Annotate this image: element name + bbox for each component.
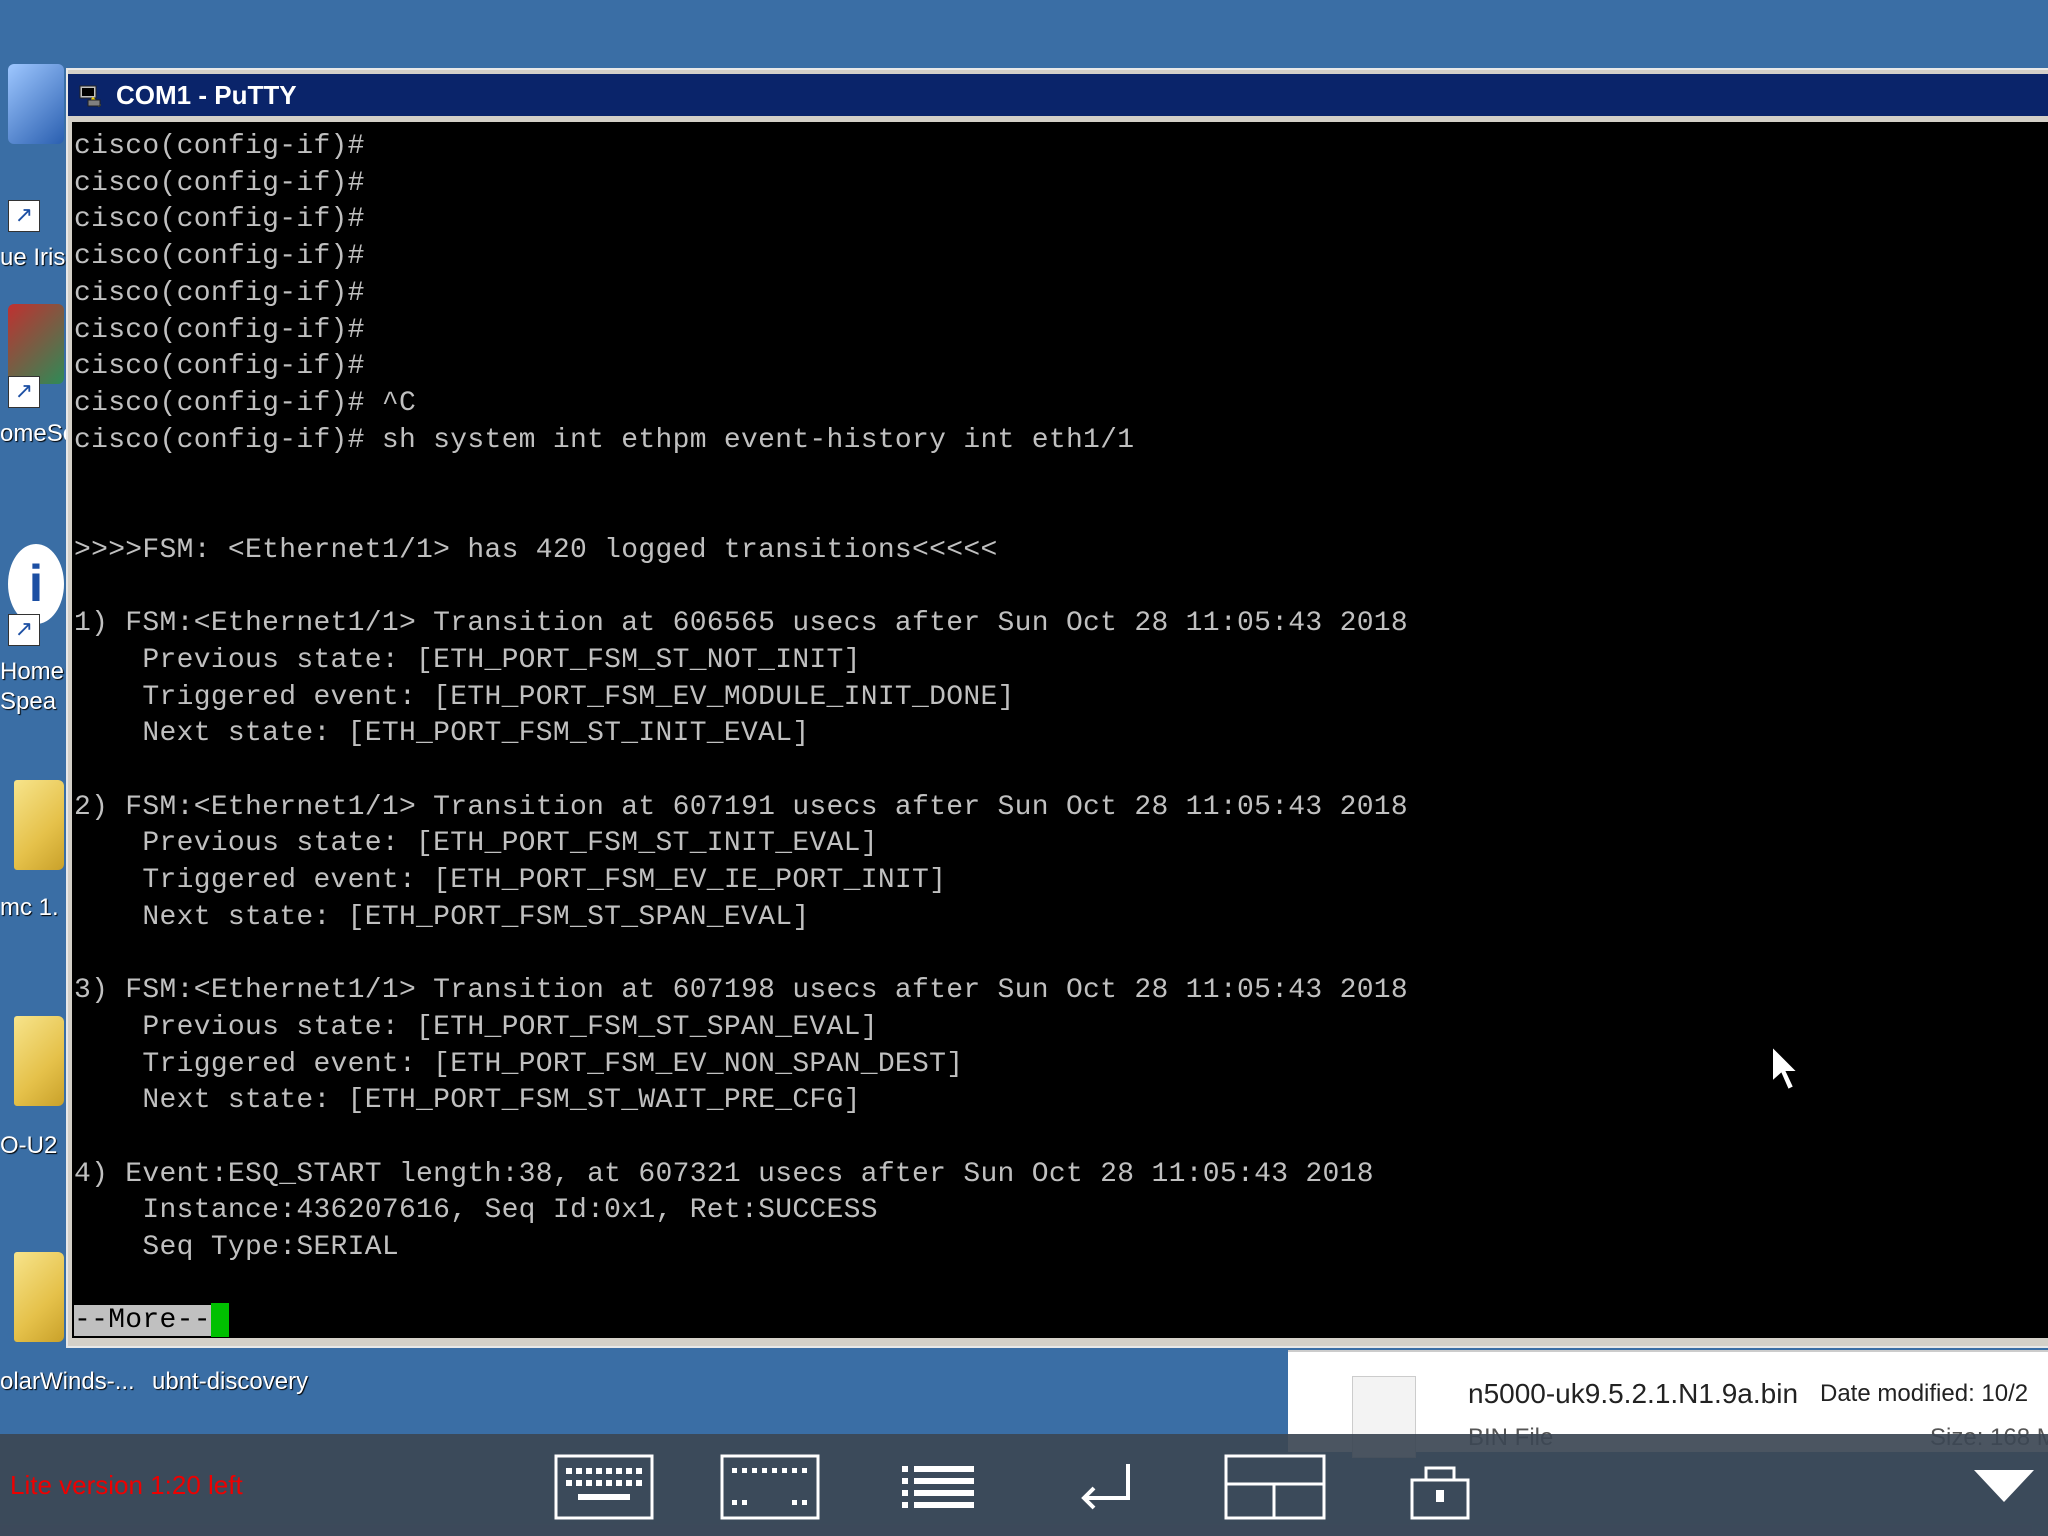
terminal-line: Seq Type:SERIAL	[74, 1232, 399, 1263]
terminal-line: Previous state: [ETH_PORT_FSM_ST_NOT_INI…	[74, 644, 861, 676]
lock-icon	[1410, 1466, 1470, 1520]
terminal-line: cisco(config-if)# sh system int ethpm ev…	[74, 424, 1135, 456]
desktop-icon-label: Home	[0, 658, 65, 685]
function-keys-button[interactable]	[720, 1454, 820, 1520]
terminal-line: cisco(config-if)#	[74, 131, 365, 162]
terminal-line: Previous state: [ETH_PORT_FSM_ST_SPAN_EV…	[74, 1011, 878, 1043]
shortcut-arrow-icon: ↗	[8, 614, 40, 646]
folder-icon	[14, 1016, 64, 1106]
menu-list-button[interactable]	[900, 1454, 976, 1520]
folder-icon	[14, 780, 64, 870]
desktop-icon-blue-iris[interactable]: ↗ ue Iris	[0, 60, 66, 271]
terminal-line: cisco(config-if)#	[74, 241, 365, 273]
desktop-icon-label: olarWinds-...	[0, 1368, 135, 1395]
collapse-toolbar-button[interactable]	[1972, 1466, 2036, 1506]
blue-iris-icon	[8, 64, 64, 144]
desktop-icon-folder-o-u2[interactable]: O-U2	[0, 1016, 66, 1166]
terminal-line: Next state: [ETH_PORT_FSM_ST_SPAN_EVAL]	[74, 901, 810, 933]
desktop-icon-label: omeSe	[0, 420, 66, 447]
terminal-line: 4) Event:ESQ_START length:38, at 607321 …	[74, 1158, 1374, 1190]
terminal-line: cisco(config-if)#	[74, 167, 365, 199]
keyboard-button[interactable]	[554, 1454, 654, 1520]
terminal-line: Previous state: [ETH_PORT_FSM_ST_INIT_EV…	[74, 828, 878, 860]
terminal-line: 3) FSM:<Ethernet1/1> Transition at 60719…	[74, 975, 1409, 1007]
terminal-line: cisco(config-if)#	[74, 351, 365, 383]
file-date-modified: Date modified: 10/2	[1820, 1380, 2029, 1407]
terminal-line: >>>>FSM: <Ethernet1/1> has 420 logged tr…	[74, 534, 998, 566]
more-prompt-line: --More--	[74, 1302, 229, 1338]
folder-icon	[14, 1252, 64, 1342]
desktop-icon-homeseer[interactable]: ↗ omeSe	[0, 300, 66, 460]
file-name: n5000-uk9.5.2.1.N1.9a.bin	[1468, 1378, 1799, 1409]
terminal-line: Next state: [ETH_PORT_FSM_ST_WAIT_PRE_CF…	[74, 1085, 861, 1117]
terminal-area[interactable]: cisco(config-if)# cisco(config-if)# cisco(…	[72, 122, 2048, 1338]
lite-version-notice: Lite version 1:20 left	[10, 1470, 243, 1500]
terminal-cursor	[210, 1303, 229, 1337]
putty-app-icon	[79, 85, 102, 108]
terminal-line: Next state: [ETH_PORT_FSM_ST_INIT_EVAL]	[74, 718, 810, 750]
more-prompt: --More--	[74, 1305, 211, 1337]
collapse-icon	[1974, 1470, 2034, 1502]
desktop-icon-label: Spea	[0, 688, 57, 715]
terminal-line: Triggered event: [ETH_PORT_FSM_EV_NON_SP…	[74, 1048, 964, 1080]
function-keys-icon	[720, 1454, 820, 1520]
window-title: COM1 - PuTTY	[116, 80, 297, 110]
putty-window[interactable]: COM1 - PuTTY cisco(config-if)# cisco(conf…	[66, 68, 2048, 1348]
shortcut-arrow-icon: ↗	[8, 200, 40, 232]
terminal-line: cisco(config-if)#	[74, 204, 365, 236]
layout-button[interactable]	[1224, 1454, 1326, 1520]
desktop-icon-folder-solarwinds[interactable]	[0, 1252, 66, 1352]
homeseer-icon	[8, 304, 64, 384]
terminal-line: cisco(config-if)# ^C	[74, 387, 417, 419]
desktop-icon-label: O-U2	[0, 1132, 58, 1159]
terminal-line: cisco(config-if)#	[74, 277, 365, 309]
terminal-line: 1) FSM:<Ethernet1/1> Transition at 60656…	[74, 608, 1409, 640]
terminal-line: cisco(config-if)#	[74, 314, 365, 346]
desktop-icon-label: ubnt-discovery	[152, 1368, 309, 1395]
desktop-icon-label: ue Iris	[0, 244, 66, 271]
info-icon: i	[8, 544, 64, 624]
mouse-pointer-icon	[1771, 1044, 1801, 1092]
remote-toolbar: Lite version 1:20 left	[0, 1434, 2048, 1536]
desktop-icon-label: mc 1.	[0, 894, 59, 921]
desktop-icon-folder-mc[interactable]: mc 1.	[0, 780, 66, 930]
lock-button[interactable]	[1408, 1454, 1472, 1520]
terminal-line: Triggered event: [ETH_PORT_FSM_EV_MODULE…	[74, 681, 1015, 713]
window-titlebar[interactable]: COM1 - PuTTY	[68, 74, 2048, 116]
enter-button[interactable]	[1076, 1454, 1136, 1520]
layout-icon	[1224, 1454, 1326, 1520]
menu-list-icon	[902, 1466, 974, 1508]
terminal-line: 2) FSM:<Ethernet1/1> Transition at 60719…	[74, 791, 1409, 823]
terminal-line: Triggered event: [ETH_PORT_FSM_EV_IE_POR…	[74, 865, 947, 896]
keyboard-icon	[554, 1454, 654, 1520]
shortcut-arrow-icon: ↗	[8, 376, 40, 408]
terminal-line: Instance:436207616, Seq Id:0x1, Ret:SUCC…	[74, 1195, 878, 1227]
desktop-icon-home-speaker[interactable]: i ↗ Home Spea	[0, 540, 66, 720]
enter-icon	[1081, 1464, 1130, 1510]
